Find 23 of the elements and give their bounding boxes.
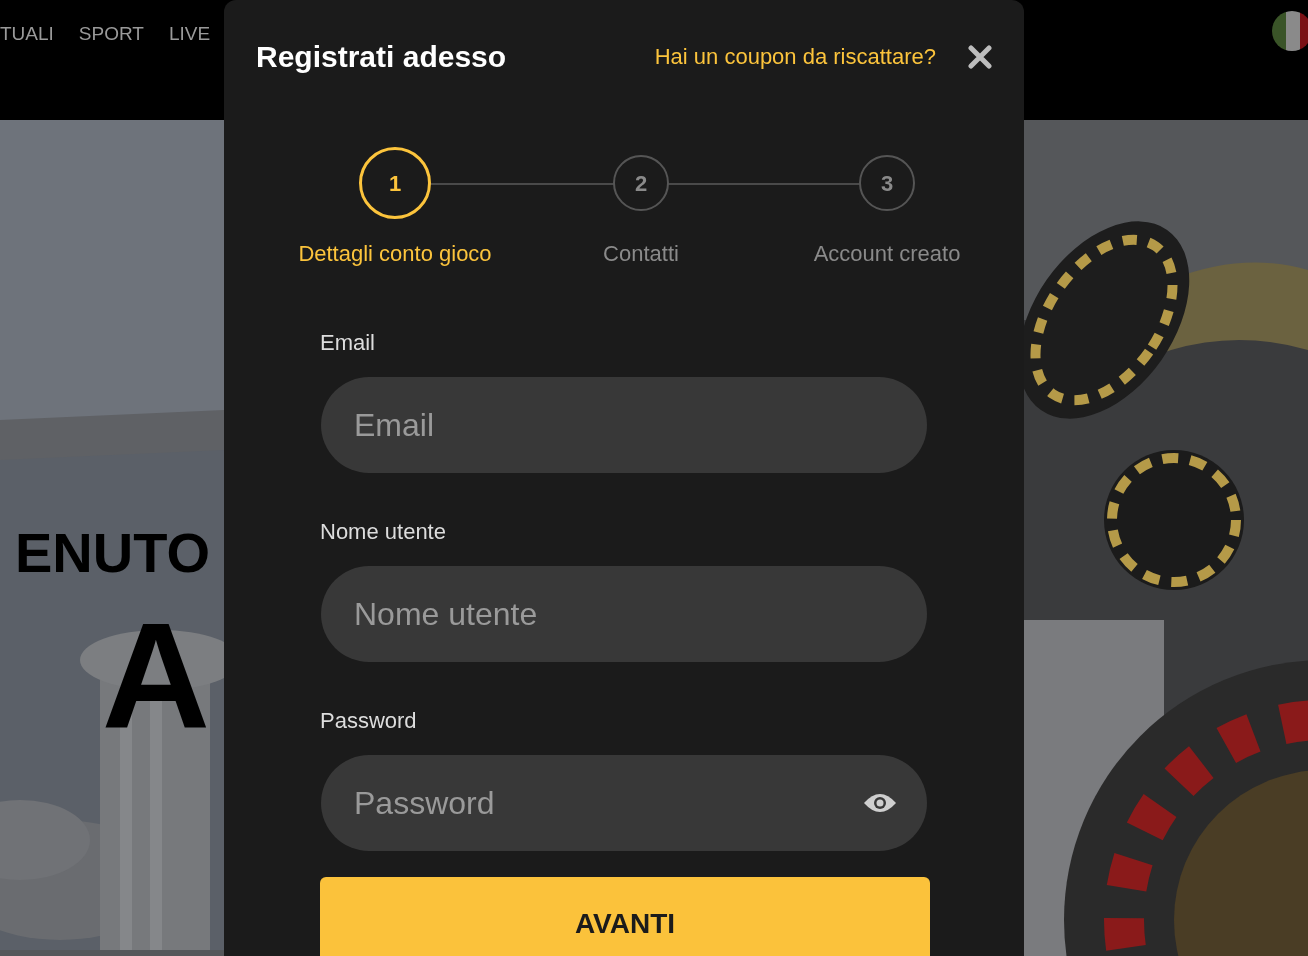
input-field[interactable]: Email [321, 377, 927, 473]
step-label: Contatti [603, 240, 679, 268]
eye-icon[interactable] [863, 792, 897, 814]
input-field[interactable]: Nome utente [321, 566, 927, 662]
dialog-title: Registrati adesso [256, 39, 507, 75]
next-button[interactable]: AVANTI [320, 877, 930, 956]
field-label: Nome utente [320, 518, 447, 546]
nav-link[interactable]: SPORT [78, 20, 144, 49]
coupon-link[interactable]: Hai un coupon da riscattare? [654, 40, 936, 73]
hero-heading: ENUTO [15, 525, 210, 581]
italy-flag-icon[interactable] [1272, 11, 1308, 51]
hero-heading: A [101, 600, 210, 750]
nav-link[interactable]: TUALI [0, 20, 54, 49]
field-label: Email [320, 329, 376, 357]
step-circle[interactable]: 2 [613, 155, 669, 211]
field-label: Password [320, 707, 418, 735]
close-icon[interactable] [968, 44, 992, 69]
nav-link[interactable]: LIVE [168, 20, 211, 49]
step-label: Account creato [813, 240, 961, 268]
step-label: Dettagli conto gioco [298, 240, 492, 268]
step-circle[interactable]: 3 [859, 155, 915, 211]
password-field[interactable]: Password [321, 755, 927, 851]
step-circle[interactable]: 1 [359, 147, 431, 219]
